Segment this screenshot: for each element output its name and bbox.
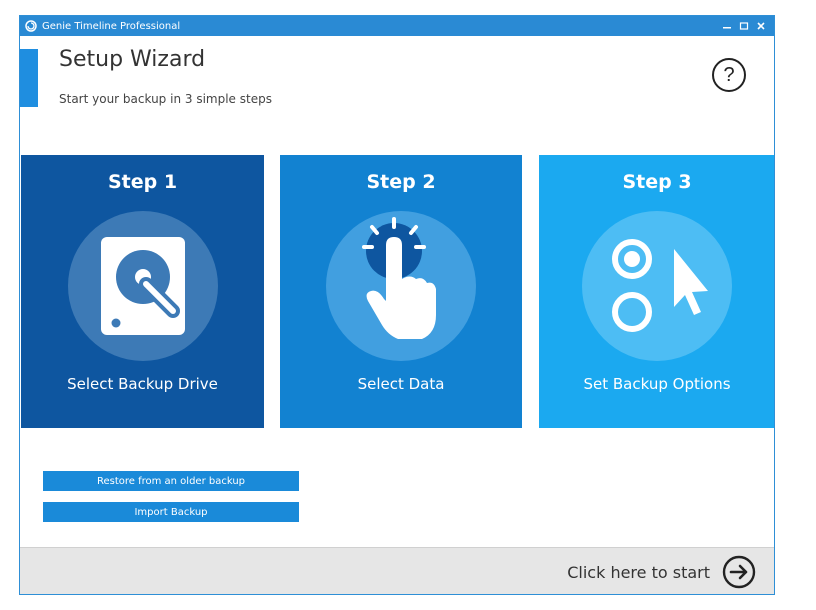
step-2-card[interactable]: Step 2 Select Data [280, 155, 522, 428]
step-1-card[interactable]: Step 1 Select Backup Drive [21, 155, 264, 428]
step-2-circle [326, 211, 476, 361]
start-link[interactable]: Click here to start [567, 563, 710, 582]
title-bar: Genie Timeline Professional [20, 16, 774, 36]
page-title: Setup Wizard [59, 47, 206, 72]
arrow-right-icon [722, 555, 756, 589]
footer-bar: Click here to start [20, 547, 774, 594]
help-button[interactable]: ? [712, 58, 746, 92]
start-button[interactable] [722, 555, 756, 589]
window-controls [720, 16, 768, 36]
hard-drive-icon [100, 237, 185, 335]
step-1-label: Select Backup Drive [67, 375, 218, 393]
step-2-label: Select Data [357, 375, 445, 393]
options-cursor-icon [612, 239, 708, 332]
minimize-button[interactable] [720, 19, 734, 33]
minimize-icon [723, 27, 731, 29]
maximize-icon [739, 22, 749, 30]
app-window: Genie Timeline Professional Setup Wizard… [19, 15, 775, 595]
close-button[interactable] [754, 19, 768, 33]
step-2-title: Step 2 [366, 171, 436, 193]
restore-backup-button[interactable]: Restore from an older backup [43, 471, 299, 491]
step-1-circle [67, 211, 218, 361]
maximize-button[interactable] [737, 19, 751, 33]
hand-tap-icon [362, 217, 436, 339]
step-3-title: Step 3 [622, 171, 692, 193]
close-icon [757, 22, 765, 30]
help-icon: ? [723, 63, 735, 86]
header-accent-bar [20, 49, 38, 107]
step-3-label: Set Backup Options [583, 375, 731, 393]
step-1-title: Step 1 [107, 171, 178, 193]
app-logo-icon [25, 20, 37, 32]
step-3-circle [582, 211, 732, 361]
step-3-card[interactable]: Step 3 Set Backup Options [539, 155, 774, 428]
page-subtitle: Start your backup in 3 simple steps [59, 92, 272, 106]
window-title: Genie Timeline Professional [42, 20, 181, 32]
import-backup-button[interactable]: Import Backup [43, 502, 299, 522]
